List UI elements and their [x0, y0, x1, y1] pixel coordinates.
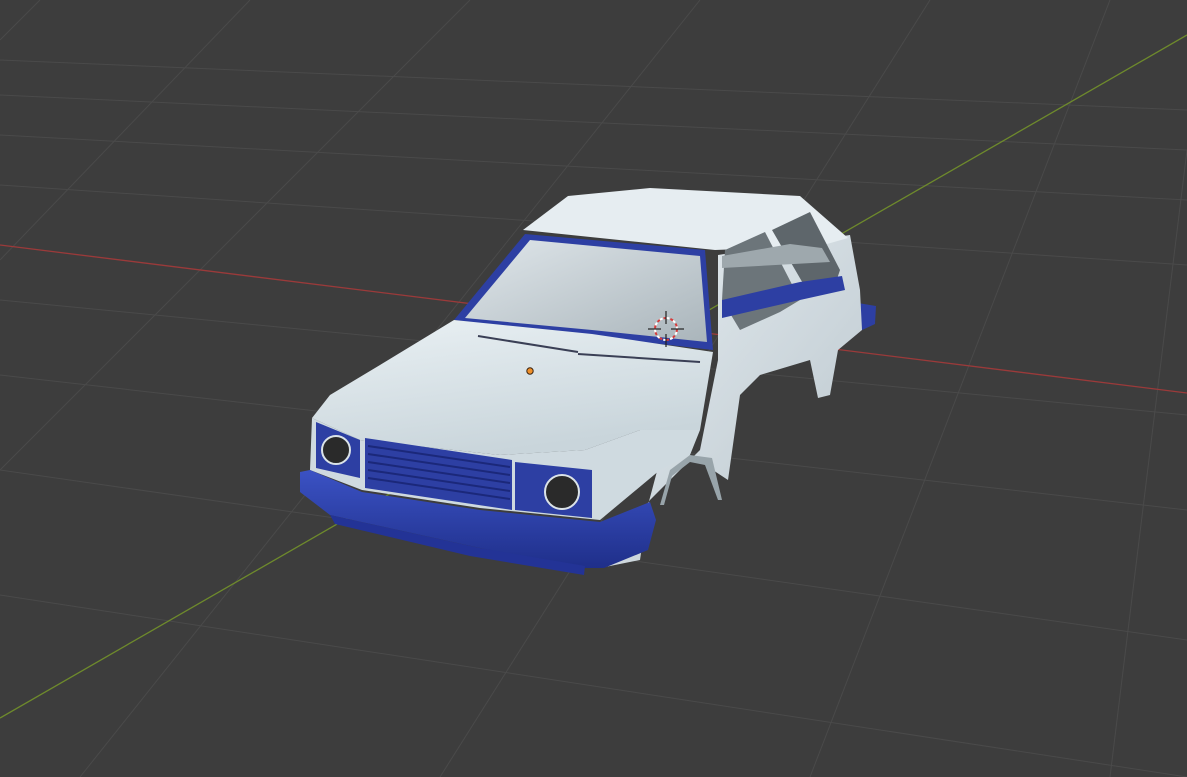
- 3d-viewport[interactable]: [0, 0, 1187, 777]
- car-body-model[interactable]: [300, 188, 876, 575]
- viewport-canvas[interactable]: [0, 0, 1187, 777]
- object-origin-icon: [526, 367, 534, 375]
